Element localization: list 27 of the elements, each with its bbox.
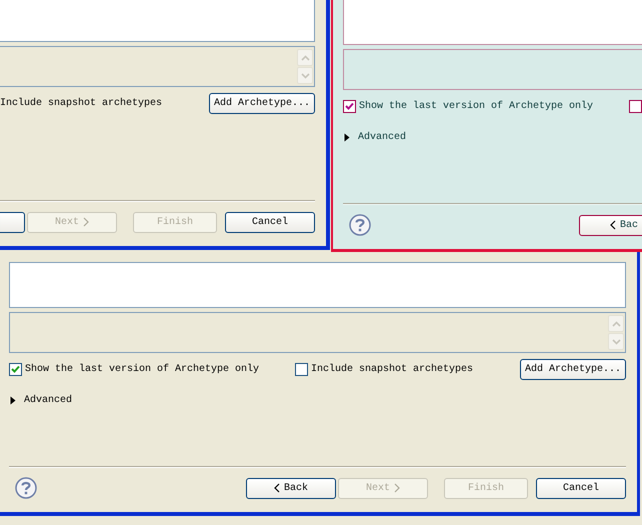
chevron-up-icon xyxy=(300,54,310,60)
chevron-down-icon xyxy=(612,338,620,344)
checkbox-label: Show the last version of Archetype only xyxy=(359,100,594,112)
checkbox[interactable] xyxy=(629,100,642,112)
checkbox-label: Include snapshot archetypes xyxy=(0,98,162,108)
advanced-toggle[interactable]: Advanced xyxy=(343,132,406,142)
checkbox[interactable] xyxy=(343,100,356,112)
chevron-left-icon xyxy=(274,483,280,493)
chevron-right-icon xyxy=(394,483,400,493)
archetype-list[interactable] xyxy=(9,262,626,308)
checkbox[interactable] xyxy=(295,362,308,376)
chevron-down-icon xyxy=(300,72,310,78)
chevron-up-icon xyxy=(612,320,620,326)
cancel-button[interactable]: Cancel xyxy=(225,212,315,232)
back-button[interactable]: Bac xyxy=(579,214,642,236)
back-button[interactable]: Back xyxy=(246,478,336,498)
cancel-button[interactable]: Cancel xyxy=(536,478,626,498)
help-icon[interactable] xyxy=(15,477,37,499)
help-icon[interactable] xyxy=(349,214,371,236)
checkbox-label: Show the last version of Archetype only xyxy=(25,364,260,374)
checkbox[interactable] xyxy=(9,362,22,376)
chevron-right-icon xyxy=(83,217,89,227)
checkbox-label: Include snapshot archetypes xyxy=(311,364,474,374)
advanced-toggle[interactable]: Advanced xyxy=(9,394,72,406)
add-archetype-button[interactable]: Add Archetype... xyxy=(520,358,626,380)
add-archetype-button[interactable]: Add Archetype... xyxy=(208,92,315,114)
chevron-left-icon xyxy=(610,220,616,230)
